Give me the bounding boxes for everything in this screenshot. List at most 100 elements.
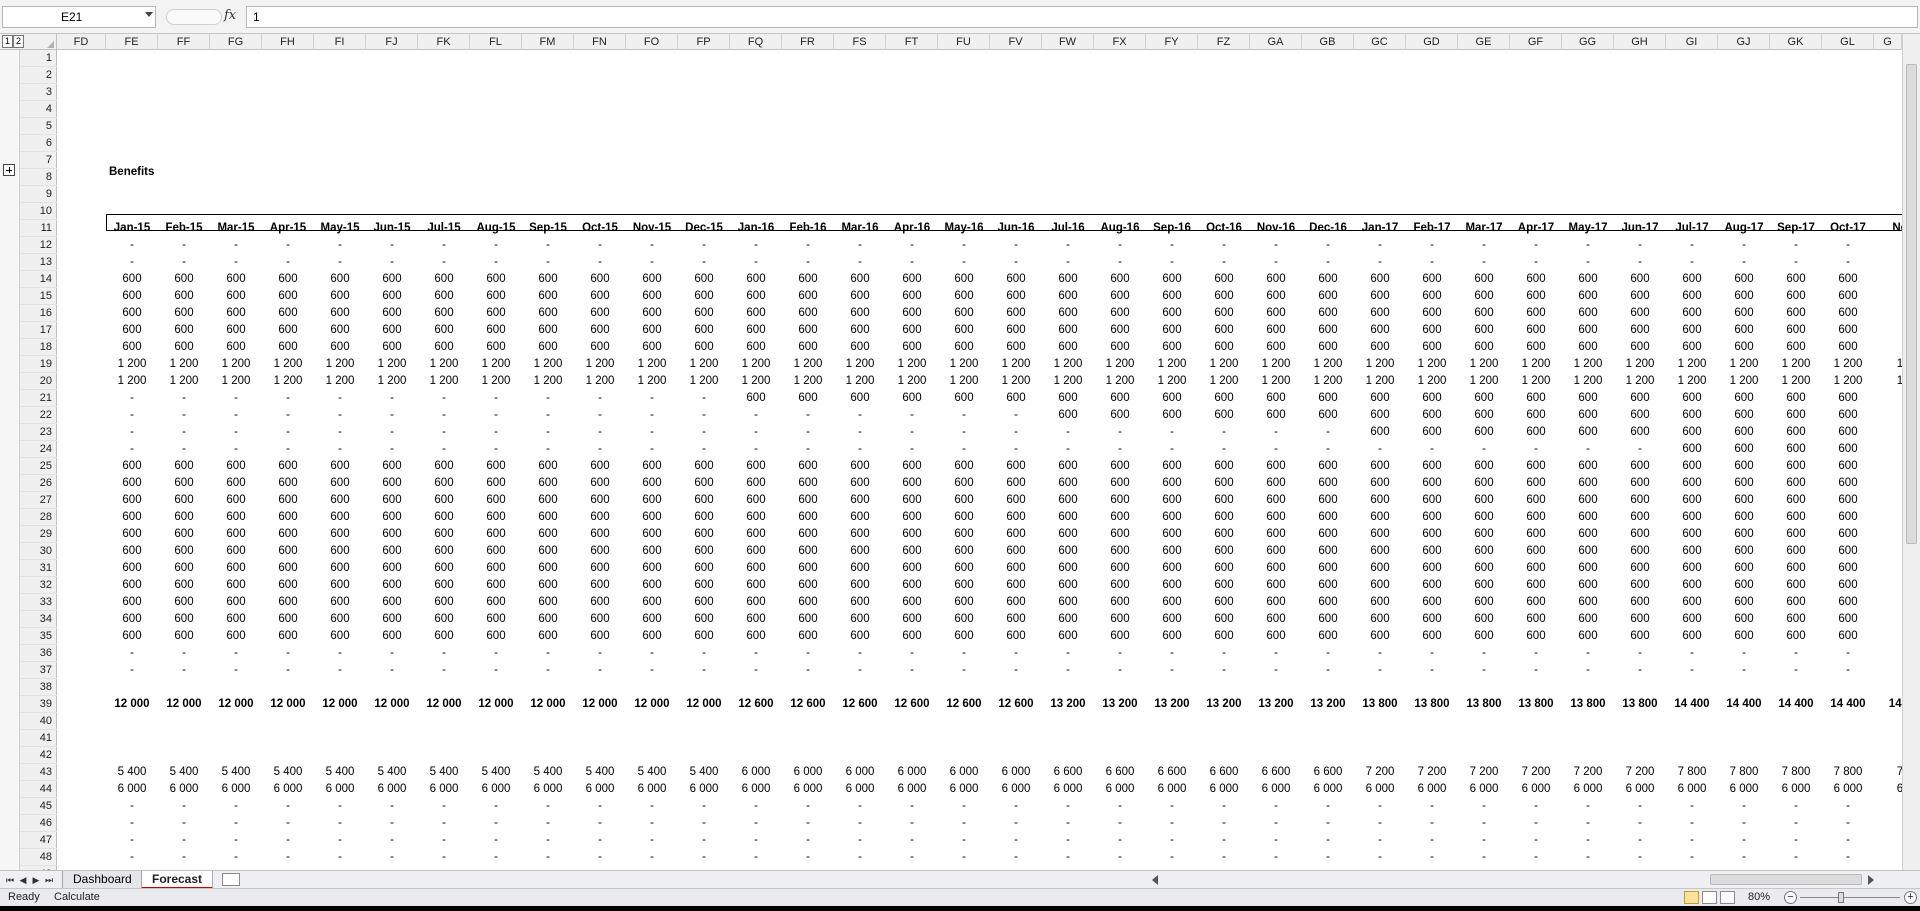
data-cell[interactable]: - [1042,798,1094,815]
data-cell[interactable]: 600 [366,288,418,305]
data-cell[interactable]: - [418,849,470,866]
data-cell[interactable]: 600 [158,271,210,288]
data-cell[interactable]: 5 400 [522,764,574,781]
data-cell[interactable]: - [1614,441,1666,458]
data-cell[interactable]: - [1250,798,1302,815]
zoom-in-icon[interactable]: + [1904,891,1917,904]
cell-grid[interactable]: Benefits Jan-15 Feb-15 Mar-15 Apr-15 May-15 J… [57,50,1902,870]
data-cell[interactable]: 600 [210,475,262,492]
data-cell[interactable]: - [626,424,678,441]
data-cell[interactable]: 600 [1614,458,1666,475]
data-cell[interactable]: 600 [366,628,418,645]
data-cell[interactable]: - [1614,798,1666,815]
data-cell[interactable]: 600 [1250,526,1302,543]
data-cell[interactable]: 600 [418,492,470,509]
data-cell[interactable]: 600 [210,594,262,611]
data-cell[interactable]: 600 [1094,322,1146,339]
data-cell[interactable]: 600 [418,543,470,560]
data-cell[interactable]: 600 [210,271,262,288]
data-cell[interactable]: 600 [262,458,314,475]
data-cell[interactable]: 600 [314,509,366,526]
data-cell[interactable]: 600 [366,305,418,322]
data-cell[interactable]: 600 [470,509,522,526]
data-cell[interactable]: 600 [1354,543,1406,560]
data-cell[interactable]: 600 [522,305,574,322]
data-cell[interactable]: 600 [1614,390,1666,407]
data-cell[interactable]: - [210,441,262,458]
data-cell[interactable]: - [418,424,470,441]
data-cell[interactable]: 600 [262,543,314,560]
data-cell[interactable]: 600 [1510,543,1562,560]
data-cell[interactable]: - [1198,662,1250,679]
data-cell[interactable]: 600 [990,458,1042,475]
data-cell[interactable]: 6 000 [1458,781,1510,798]
data-cell[interactable]: 600 [1666,560,1718,577]
data-cell[interactable]: 600 [1406,526,1458,543]
data-cell[interactable]: 600 [834,611,886,628]
data-cell[interactable]: 5 400 [366,764,418,781]
data-cell[interactable]: 600 [1250,577,1302,594]
data-cell[interactable]: 7 200 [1510,764,1562,781]
data-cell[interactable]: 600 [574,322,626,339]
month-header-cell[interactable]: Jun-16 [990,220,1042,237]
data-cell[interactable]: 600 [730,492,782,509]
data-cell[interactable]: - [1198,815,1250,832]
data-cell[interactable]: - [1770,849,1822,866]
data-cell[interactable]: - [1718,237,1770,254]
data-cell[interactable]: - [1718,798,1770,815]
data-cell[interactable]: - [470,662,522,679]
data-cell[interactable]: 13 200 [1042,696,1094,713]
data-cell[interactable]: 600 [626,509,678,526]
data-cell[interactable]: 600 [1666,322,1718,339]
data-cell[interactable]: 6 000 [886,764,938,781]
data-cell[interactable]: 600 [262,339,314,356]
data-cell[interactable]: - [262,645,314,662]
data-cell[interactable]: - [678,424,730,441]
chevron-down-icon[interactable] [145,12,153,17]
data-cell[interactable]: 600 [470,339,522,356]
data-cell[interactable]: 600 [1250,458,1302,475]
data-cell[interactable]: 600 [1146,339,1198,356]
column-header[interactable]: GJ [1718,34,1770,50]
data-cell[interactable]: - [1406,798,1458,815]
data-cell[interactable]: 1 200 [1770,356,1822,373]
data-cell[interactable]: - [1614,237,1666,254]
data-cell[interactable]: 600 [262,577,314,594]
data-cell[interactable]: - [886,424,938,441]
data-cell[interactable]: 600 [1302,543,1354,560]
data-cell[interactable]: 7 800 [1770,764,1822,781]
data-cell[interactable]: - [990,798,1042,815]
data-cell[interactable]: - [1718,254,1770,271]
data-cell[interactable]: 600 [1614,322,1666,339]
data-cell[interactable]: 600 [574,271,626,288]
data-cell[interactable]: 600 [1666,458,1718,475]
data-cell[interactable]: - [574,798,626,815]
data-cell[interactable]: 600 [1354,288,1406,305]
column-header[interactable]: FY [1146,34,1198,50]
data-cell[interactable]: 600 [938,390,990,407]
data-cell[interactable]: 6 000 [1250,781,1302,798]
data-cell[interactable]: 600 [1146,543,1198,560]
data-cell[interactable]: - [1094,645,1146,662]
data-cell[interactable]: 600 [1146,288,1198,305]
data-cell[interactable]: 600 [1042,305,1094,322]
data-cell[interactable]: 600 [1718,594,1770,611]
data-cell[interactable]: 600 [1354,458,1406,475]
data-cell[interactable]: - [470,407,522,424]
data-cell[interactable]: - [522,424,574,441]
data-cell[interactable]: 600 [990,594,1042,611]
data-cell[interactable]: 600 [1146,526,1198,543]
data-cell[interactable]: 600 [1406,543,1458,560]
data-cell[interactable]: 600 [782,475,834,492]
data-cell[interactable]: 600 [1510,628,1562,645]
data-cell[interactable]: 12 600 [990,696,1042,713]
data-cell[interactable]: 600 [1822,407,1874,424]
data-cell[interactable]: - [158,645,210,662]
data-cell[interactable]: 600 [470,458,522,475]
data-cell[interactable]: 600 [1770,526,1822,543]
data-cell[interactable]: 600 [1510,611,1562,628]
data-cell[interactable]: 600 [1822,594,1874,611]
data-cell[interactable]: 600 [522,271,574,288]
data-cell[interactable]: 600 [1198,458,1250,475]
month-header-cell[interactable]: Apr-15 [262,220,314,237]
